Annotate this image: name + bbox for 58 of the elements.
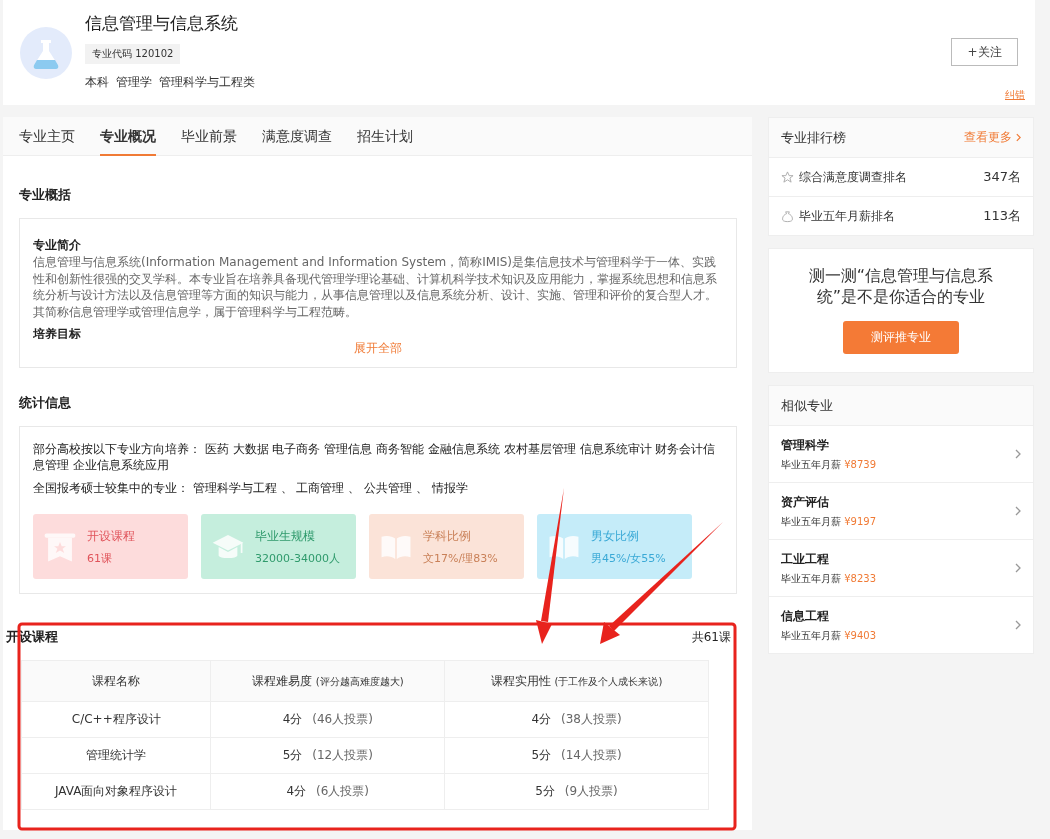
table-cell: 4分 (46人投票)	[211, 701, 445, 738]
category-tag: 管理科学与工程类	[159, 74, 255, 91]
chevron-right-icon	[1015, 506, 1021, 516]
course-count: 共61课	[691, 628, 731, 646]
chevron-right-icon	[1015, 563, 1021, 573]
major-title: 信息管理与信息系统	[85, 12, 239, 35]
follow-button[interactable]: +关注	[951, 38, 1018, 66]
quiz-prompt: 测一测“信息管理与信息系统”是不是你适合的专业	[807, 265, 995, 307]
star-icon	[781, 170, 794, 184]
subsection-heading: 专业简介	[33, 237, 82, 254]
stats-line: 部分高校按以下专业方向培养： 医药 大数据 电子商务 管理信息 商务智能 金融信息系统 农村基层管理 信息系统审计 财务会计信息管理 企业信息系统应用	[33, 441, 717, 473]
tab[interactable]: 专业主页	[19, 117, 75, 156]
ranking-label: 综合满意度调查排名	[799, 168, 908, 186]
stats-line: 全国报考硕士较集中的专业： 管理科学与工程 、 工商管理 、 公共管理 、 情报学	[33, 480, 469, 496]
table-cell: 4分 (38人投票)	[444, 701, 709, 738]
money-bag-icon	[781, 209, 794, 223]
similar-major-item[interactable]: 资产评估 毕业五年月薪 ¥9197	[769, 483, 1033, 540]
similar-major-item[interactable]: 工业工程 毕业五年月薪 ¥8233	[769, 540, 1033, 597]
tab[interactable]: 专业概况	[100, 117, 156, 156]
ranking-value: 347名	[983, 168, 1021, 186]
table-cell: 管理统计学	[21, 737, 211, 774]
intro-paragraph: 信息管理与信息系统(Information Management and Information System，简称IMIS)是集信息技术与管理科学于一体、实践性和创新性很强的交叉学科。本专业旨在培养具备现代管理学理论基础、计算机科学技术知识及应用能力，掌握系统思想和信息系统分析与设计方法以及信息管理等方面的知识与能力，从事信息管理以及信息系统分析、设计、实施、管理和评价的复合型人才。其简称信息管理学或管理信息学，属于管理科学与工程范畴。	[33, 254, 718, 320]
tile-label: 学科比例	[423, 527, 472, 545]
category-tag: 本科	[85, 74, 109, 91]
ranking-value: 113名	[983, 207, 1021, 225]
card-title: 专业排行榜	[781, 128, 846, 147]
ranking-label: 毕业五年月薪排名	[799, 207, 896, 225]
chevron-right-icon	[1015, 620, 1021, 630]
column-header: 课程名称	[21, 660, 211, 702]
tile-value: 32000-34000人	[255, 550, 340, 566]
table-cell: 5分 (9人投票)	[444, 773, 709, 810]
category-tag: 管理学	[116, 74, 152, 91]
table-cell: 4分 (6人投票)	[211, 773, 445, 810]
tile-label: 开设课程	[87, 527, 135, 545]
chevron-right-icon	[1015, 449, 1021, 459]
similar-major-item[interactable]: 管理科学 毕业五年月薪 ¥8739	[769, 426, 1033, 483]
tile-value: 男45%/女55%	[591, 550, 666, 566]
flask-icon	[20, 27, 72, 79]
table-cell: 5分 (12人投票)	[211, 737, 445, 774]
card-title: 相似专业	[781, 396, 833, 415]
tile-value: 61课	[87, 550, 113, 566]
table-cell: JAVA面向对象程序设计	[21, 773, 211, 810]
column-header: 课程难易度 (评分越高难度越大)	[211, 660, 445, 702]
similar-major-item[interactable]: 信息工程 毕业五年月薪 ¥9403	[769, 597, 1033, 653]
major-code-tag: 专业代码 120102	[85, 44, 181, 64]
tab[interactable]: 毕业前景	[181, 117, 237, 156]
tile-label: 毕业生规模	[255, 527, 316, 545]
tab[interactable]: 招生计划	[357, 117, 413, 156]
table-cell: C/C++程序设计	[21, 701, 211, 738]
section-title: 统计信息	[19, 394, 72, 412]
tile-value: 文17%/理83%	[423, 550, 498, 566]
tile-label: 男女比例	[591, 527, 640, 545]
tab[interactable]: 满意度调查	[262, 117, 332, 156]
column-header: 课程实用性 (于工作及个人成长来说)	[444, 660, 709, 702]
section-title: 专业概括	[19, 186, 72, 204]
chevron-right-icon	[1016, 133, 1021, 142]
table-cell: 5分 (14人投票)	[444, 737, 709, 774]
subsection-heading: 培养目标	[33, 326, 82, 339]
